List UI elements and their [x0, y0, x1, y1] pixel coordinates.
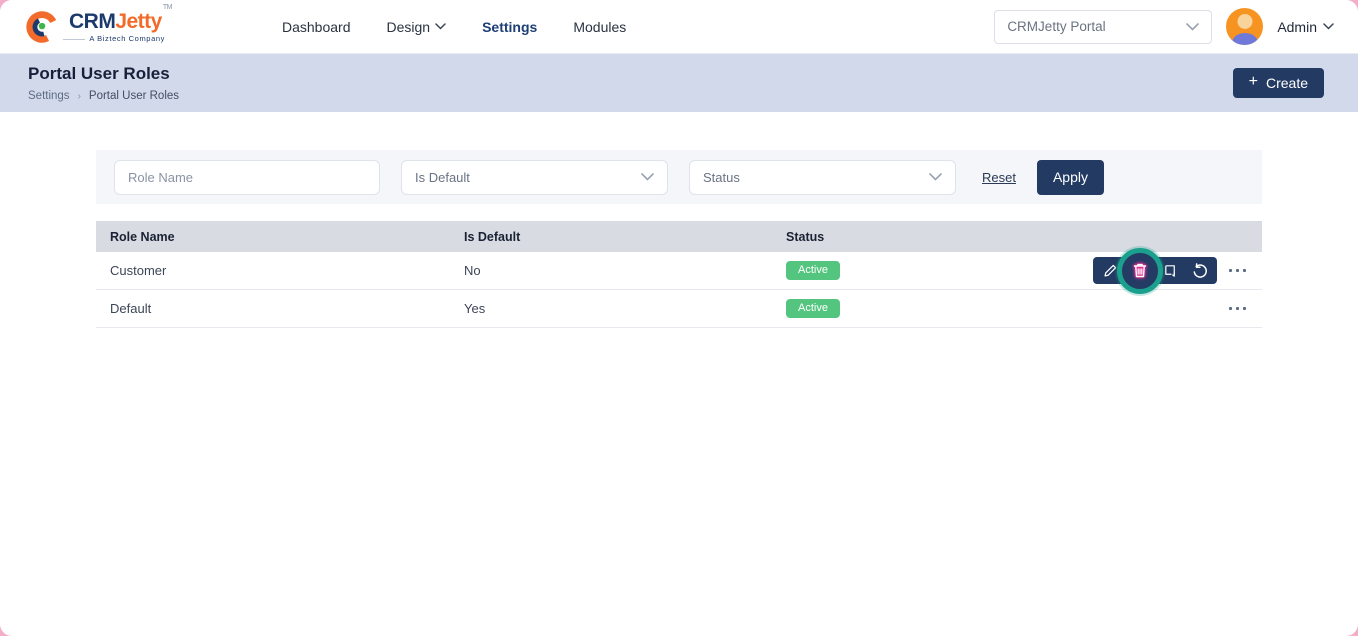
chevron-down-icon — [929, 173, 942, 181]
breadcrumb: Settings › Portal User Roles — [28, 90, 179, 102]
logo-tagline: A Biztech Company — [89, 35, 171, 43]
status-badge: Active — [786, 261, 840, 280]
plus-icon: + — [1249, 73, 1258, 91]
filter-bar: Is Default Status Reset Apply — [96, 150, 1262, 204]
chevron-down-icon — [641, 173, 654, 181]
more-actions-button[interactable] — [1227, 301, 1248, 316]
move-to-icon — [1163, 263, 1178, 278]
logo-wordmark: CRMJettyTM — [69, 11, 171, 32]
status-badge: Active — [786, 299, 840, 318]
role-name-filter-input[interactable] — [114, 160, 380, 195]
reset-button[interactable] — [1185, 257, 1215, 284]
row-actions — [1227, 290, 1248, 327]
cell-role-name: Default — [96, 301, 464, 316]
nav-item-design[interactable]: Design — [387, 19, 447, 35]
cell-role-name: Customer — [96, 263, 464, 278]
column-header-status: Status — [786, 230, 1262, 244]
page-title: Portal User Roles — [28, 64, 179, 84]
chevron-down-icon — [1186, 23, 1199, 31]
page-header: Portal User Roles Settings › Portal User… — [0, 54, 1358, 112]
row-action-toolbar — [1093, 257, 1217, 284]
nav-item-dashboard[interactable]: Dashboard — [282, 19, 351, 35]
chevron-down-icon — [435, 23, 446, 30]
app-window: CRMJettyTM A Biztech Company Dashboard D… — [0, 0, 1358, 636]
column-header-role-name: Role Name — [96, 230, 464, 244]
crmjetty-logo-icon — [24, 8, 62, 46]
user-avatar[interactable] — [1226, 8, 1263, 45]
breadcrumb-separator: › — [78, 91, 81, 102]
roles-table: Role Name Is Default Status Customer No … — [96, 221, 1262, 328]
breadcrumb-settings-link[interactable]: Settings — [28, 90, 70, 102]
cell-is-default: Yes — [464, 301, 786, 316]
trash-icon — [1132, 262, 1148, 279]
row-actions — [1093, 252, 1248, 289]
reset-filters-link[interactable]: Reset — [982, 170, 1016, 185]
column-header-is-default: Is Default — [464, 230, 786, 244]
table-header-row: Role Name Is Default Status — [96, 221, 1262, 252]
top-navigation-bar: CRMJettyTM A Biztech Company Dashboard D… — [0, 0, 1358, 54]
more-actions-button[interactable] — [1227, 263, 1248, 278]
delete-button[interactable] — [1125, 257, 1155, 284]
status-filter-select[interactable]: Status — [689, 160, 956, 195]
topbar-right: CRMJetty Portal Admin — [994, 8, 1334, 45]
portal-select[interactable]: CRMJetty Portal — [994, 10, 1212, 44]
main-nav: Dashboard Design Settings Modules — [282, 19, 626, 35]
nav-item-modules[interactable]: Modules — [573, 19, 626, 35]
user-menu[interactable]: Admin — [1277, 19, 1334, 35]
chevron-down-icon — [1323, 23, 1334, 30]
reset-icon — [1192, 263, 1208, 279]
is-default-filter-select[interactable]: Is Default — [401, 160, 668, 195]
breadcrumb-current: Portal User Roles — [89, 90, 179, 102]
table-row-customer[interactable]: Customer No Active — [96, 252, 1262, 290]
create-button[interactable]: + Create — [1233, 68, 1324, 98]
ellipsis-icon — [1229, 269, 1232, 272]
cell-is-default: No — [464, 263, 786, 278]
ellipsis-icon — [1229, 307, 1232, 310]
apply-filters-button[interactable]: Apply — [1037, 160, 1104, 195]
pencil-icon — [1103, 263, 1118, 278]
user-name: Admin — [1277, 19, 1317, 35]
table-row-default[interactable]: Default Yes Active — [96, 290, 1262, 328]
click-highlight-ring — [1117, 248, 1163, 294]
crmjetty-logo[interactable]: CRMJettyTM A Biztech Company — [24, 8, 174, 46]
nav-item-settings[interactable]: Settings — [482, 19, 537, 35]
